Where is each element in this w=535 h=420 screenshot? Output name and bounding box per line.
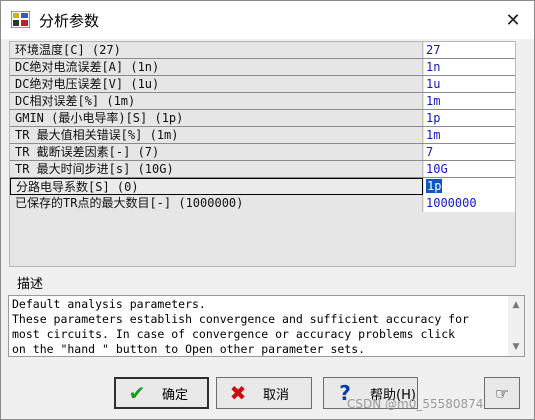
param-value[interactable]: 1p <box>424 110 515 127</box>
param-row[interactable]: GMIN (最小电导率)[S] (1p) 1p <box>10 110 515 127</box>
app-icon <box>11 11 30 28</box>
ok-button[interactable]: ✔ 确定 <box>114 377 209 409</box>
param-name: DC绝对电压误差[V] (1u) <box>10 76 423 93</box>
param-row[interactable]: TR 最大值相关错误[%] (1m) 1m <box>10 127 515 144</box>
param-name: TR 截断误差因素[-] (7) <box>10 144 423 161</box>
window-title: 分析参数 <box>39 12 100 30</box>
param-name: 已保存的TR点的最大数目[-] (1000000) <box>10 195 423 212</box>
param-name: TR 最大值相关错误[%] (1m) <box>10 127 423 144</box>
param-value[interactable]: 1m <box>424 127 515 144</box>
param-value[interactable]: 27 <box>424 42 515 59</box>
hand-icon: ☞ <box>494 383 510 403</box>
param-row[interactable]: 已保存的TR点的最大数目[-] (1000000) 1000000 <box>10 195 515 212</box>
description-label: 描述 <box>17 277 44 292</box>
description-scrollbar[interactable]: ▲ ▼ <box>508 296 524 356</box>
ok-label: 确定 <box>162 387 189 403</box>
param-row[interactable]: 环境温度[C] (27) 27 <box>10 42 515 59</box>
param-row-selected[interactable]: 分路电导系数[S] (0) 1p <box>10 178 515 195</box>
parameter-grid: 环境温度[C] (27) 27 DC绝对电流误差[A] (1n) 1n DC绝对… <box>9 41 516 267</box>
cancel-button[interactable]: ✖ 取消 <box>216 377 312 409</box>
param-name: 环境温度[C] (27) <box>10 42 423 59</box>
description-box[interactable]: Default analysis parameters. These param… <box>8 295 525 357</box>
scroll-down-icon[interactable]: ▼ <box>508 340 524 354</box>
param-name: GMIN (最小电导率)[S] (1p) <box>10 110 423 127</box>
close-icon[interactable]: ✕ <box>496 3 530 37</box>
param-row[interactable]: DC绝对电流误差[A] (1n) 1n <box>10 59 515 76</box>
param-value[interactable]: 10G <box>424 161 515 178</box>
param-name: DC相对误差[%] (1m) <box>10 93 423 110</box>
checkmark-icon: ✔ <box>128 381 146 405</box>
description-text: Default analysis parameters. These param… <box>12 297 469 356</box>
param-value[interactable]: 7 <box>424 144 515 161</box>
scroll-up-icon[interactable]: ▲ <box>508 298 524 312</box>
param-value[interactable]: 1m <box>424 93 515 110</box>
param-value-input[interactable]: 1p <box>424 178 515 195</box>
cancel-label: 取消 <box>263 387 290 403</box>
param-row[interactable]: TR 最大时间步进[s] (10G) 10G <box>10 161 515 178</box>
title-bar: 分析参数 ✕ <box>1 1 534 39</box>
hand-button[interactable]: ☞ <box>484 377 520 409</box>
analysis-params-dialog: 分析参数 ✕ 环境温度[C] (27) 27 DC绝对电流误差[A] (1n) … <box>0 0 535 420</box>
watermark: CSDN @m0_55580874 <box>347 397 484 411</box>
param-value[interactable]: 1000000 <box>424 195 515 212</box>
param-value[interactable]: 1u <box>424 76 515 93</box>
param-row[interactable]: DC相对误差[%] (1m) 1m <box>10 93 515 110</box>
param-row[interactable]: DC绝对电压误差[V] (1u) 1u <box>10 76 515 93</box>
param-name: TR 最大时间步进[s] (10G) <box>10 161 423 178</box>
param-row[interactable]: TR 截断误差因素[-] (7) 7 <box>10 144 515 161</box>
param-name: 分路电导系数[S] (0) <box>10 178 423 195</box>
param-value[interactable]: 1n <box>424 59 515 76</box>
x-icon: ✖ <box>229 381 247 405</box>
param-name: DC绝对电流误差[A] (1n) <box>10 59 423 76</box>
